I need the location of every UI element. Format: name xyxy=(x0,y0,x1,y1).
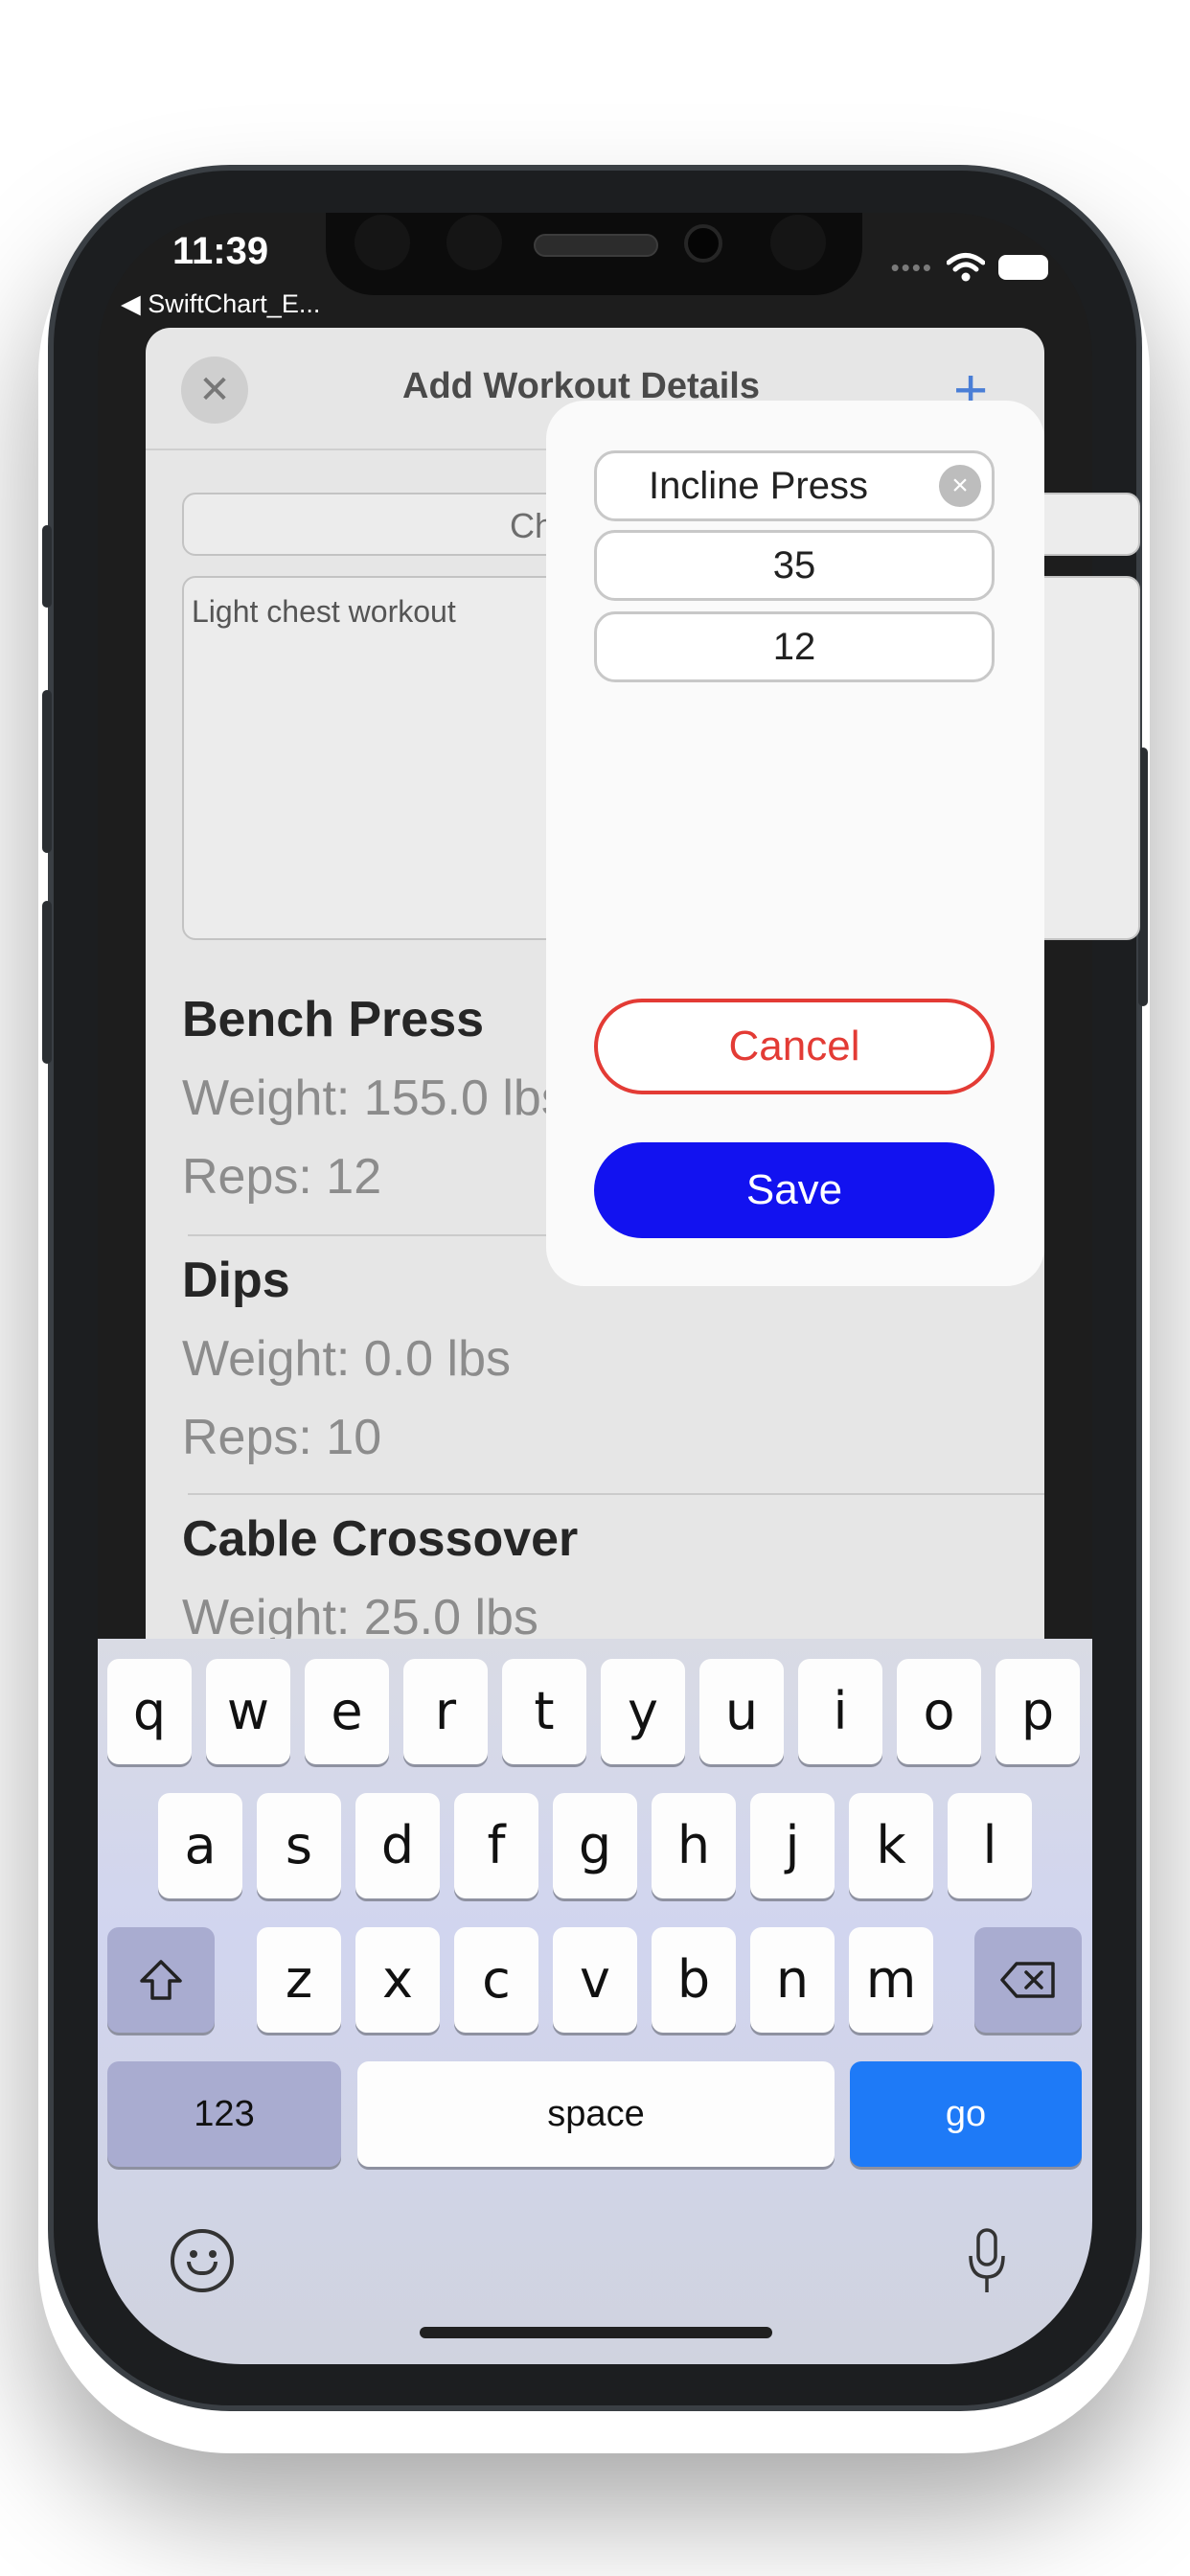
exercise-reps: Reps: 10 xyxy=(182,1410,382,1465)
sensor-dot xyxy=(355,215,410,270)
microphone-icon[interactable] xyxy=(968,2227,1006,2296)
key[interactable]: p xyxy=(995,1659,1080,1764)
key[interactable]: x xyxy=(355,1927,440,2033)
key[interactable]: g xyxy=(553,1793,637,1898)
status-time: 11:39 xyxy=(172,230,269,272)
row-divider xyxy=(188,1493,1044,1495)
wifi-icon xyxy=(947,253,985,282)
key[interactable]: o xyxy=(897,1659,981,1764)
battery-icon xyxy=(998,255,1048,280)
key[interactable]: t xyxy=(502,1659,586,1764)
weight-input[interactable]: 35 xyxy=(594,530,995,601)
key[interactable]: h xyxy=(652,1793,736,1898)
status-icons: •••• xyxy=(891,252,1048,283)
sensor-dot xyxy=(770,215,826,270)
key[interactable]: j xyxy=(750,1793,835,1898)
key[interactable]: s xyxy=(257,1793,341,1898)
backspace-icon xyxy=(1000,1962,1055,1998)
side-button-mute xyxy=(42,525,52,608)
key[interactable]: m xyxy=(849,1927,933,2033)
exercise-name-input[interactable]: Incline Press xyxy=(594,450,995,521)
shift-key[interactable] xyxy=(107,1927,215,2033)
key[interactable]: l xyxy=(948,1793,1032,1898)
front-camera xyxy=(684,224,722,263)
key[interactable]: d xyxy=(355,1793,440,1898)
key[interactable]: i xyxy=(798,1659,882,1764)
key[interactable]: q xyxy=(107,1659,192,1764)
cellular-signal-icon: •••• xyxy=(890,252,933,282)
key[interactable]: w xyxy=(206,1659,290,1764)
key[interactable]: u xyxy=(699,1659,784,1764)
exercise-name: Bench Press xyxy=(182,992,485,1047)
notes-value: Light chest workout xyxy=(192,594,456,629)
exercise-weight: Weight: 0.0 lbs xyxy=(182,1331,512,1387)
reps-input[interactable]: 12 xyxy=(594,611,995,682)
sensor-dot xyxy=(446,215,502,270)
close-button[interactable]: ✕ xyxy=(181,356,248,424)
key[interactable]: f xyxy=(454,1793,538,1898)
key[interactable]: b xyxy=(652,1927,736,2033)
side-button-volume-down xyxy=(42,901,52,1064)
exercise-weight: Weight: 155.0 lbs xyxy=(182,1070,566,1126)
go-key[interactable]: go xyxy=(850,2061,1082,2167)
exercise-weight: Weight: 25.0 lbs xyxy=(182,1590,538,1639)
key[interactable]: a xyxy=(158,1793,242,1898)
exercise-reps: Reps: 12 xyxy=(182,1149,382,1205)
key[interactable]: z xyxy=(257,1927,341,2033)
key[interactable]: y xyxy=(601,1659,685,1764)
delete-key[interactable] xyxy=(974,1927,1082,2033)
key[interactable]: r xyxy=(403,1659,488,1764)
shift-arrow-icon xyxy=(140,1960,182,2000)
exercise-name: Dips xyxy=(182,1253,290,1308)
clear-text-icon[interactable]: × xyxy=(939,465,981,507)
save-button[interactable]: Save xyxy=(594,1142,995,1238)
key[interactable]: e xyxy=(305,1659,389,1764)
earpiece-speaker xyxy=(534,234,658,257)
side-button-volume-up xyxy=(42,690,52,853)
key[interactable]: c xyxy=(454,1927,538,2033)
key[interactable]: v xyxy=(553,1927,637,2033)
numbers-key[interactable]: 123 xyxy=(107,2061,341,2167)
cancel-button[interactable]: Cancel xyxy=(594,999,995,1094)
home-indicator[interactable] xyxy=(420,2327,772,2338)
back-to-app-link[interactable]: ◀ SwiftChart_E... xyxy=(121,289,320,319)
exercise-name: Cable Crossover xyxy=(182,1511,579,1567)
space-key[interactable]: space xyxy=(357,2061,835,2167)
key[interactable]: n xyxy=(750,1927,835,2033)
emoji-icon[interactable] xyxy=(171,2229,234,2292)
key[interactable]: k xyxy=(849,1793,933,1898)
